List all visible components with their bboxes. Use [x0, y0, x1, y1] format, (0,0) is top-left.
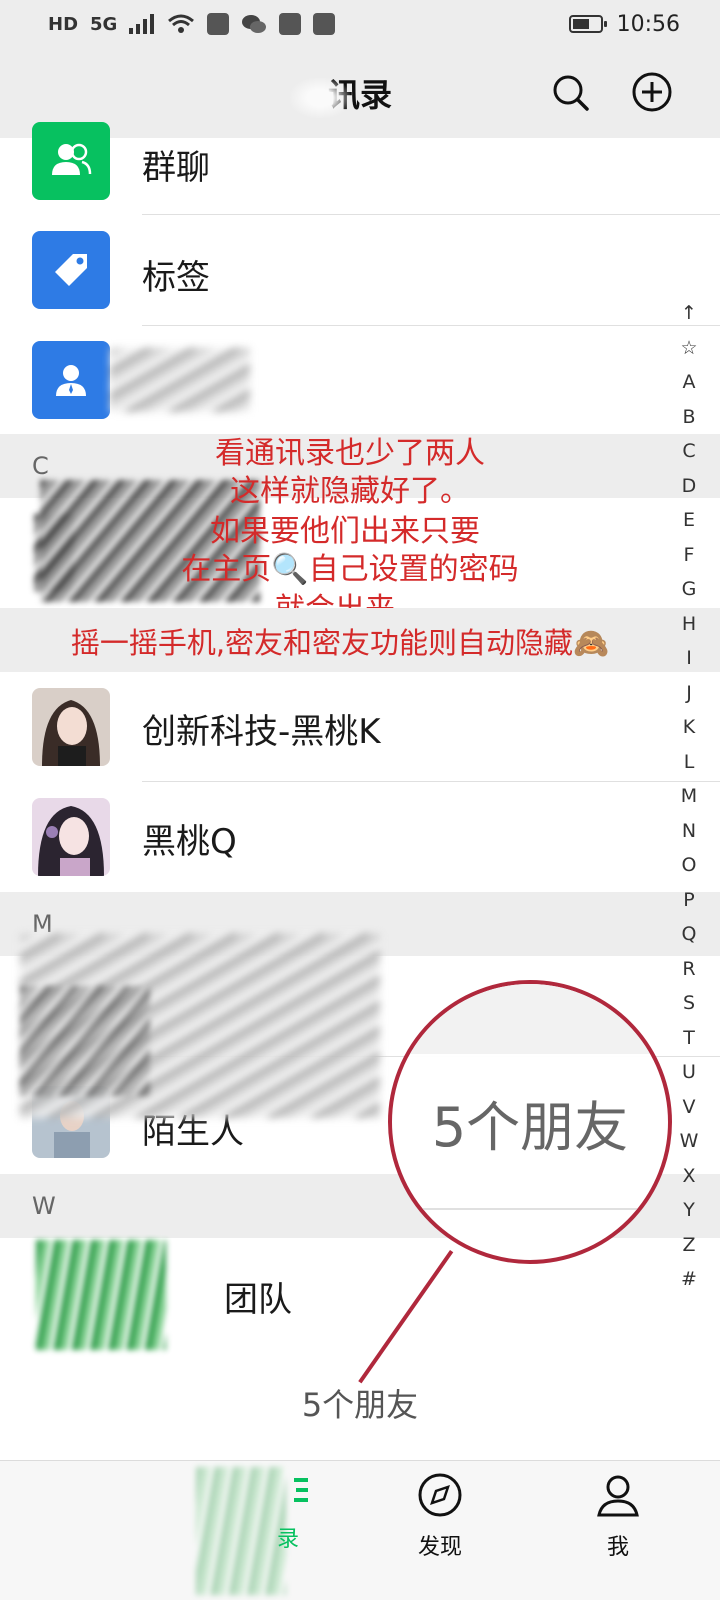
tab-label: 我	[606, 1535, 629, 1560]
index-letter[interactable]: F	[684, 538, 695, 573]
list-item-official[interactable]	[0, 326, 720, 433]
index-letter[interactable]: Z	[682, 1228, 695, 1263]
avatar	[32, 688, 110, 766]
avatar	[32, 798, 110, 876]
magnifier-text: 5个朋友	[431, 1095, 629, 1159]
signal-icon	[129, 14, 155, 34]
row-label: 群聊	[142, 148, 210, 188]
contact-row[interactable]: 创新科技-黑桃K	[0, 672, 720, 782]
title-actions	[548, 70, 674, 114]
index-letter[interactable]: G	[682, 572, 697, 607]
redaction-blur	[20, 986, 150, 1096]
index-letter[interactable]: O	[682, 848, 697, 883]
plus-circle-icon[interactable]	[630, 70, 674, 114]
index-letter[interactable]: I	[686, 641, 692, 676]
contact-row[interactable]: 黑桃Q	[0, 782, 720, 892]
index-letter[interactable]: Q	[682, 917, 697, 952]
network-label: 5G	[90, 13, 118, 35]
index-letter[interactable]: X	[682, 1159, 695, 1194]
index-letter[interactable]: U	[682, 1055, 696, 1090]
battery-icon	[568, 15, 607, 33]
index-letter[interactable]: V	[683, 1090, 696, 1125]
search-icon[interactable]	[548, 70, 592, 114]
person-icon	[32, 341, 110, 419]
index-letter[interactable]: L	[684, 745, 695, 780]
index-letter[interactable]: R	[682, 952, 695, 987]
alphabet-index[interactable]: ↑ ☆ A B C D E F G H I J K L M N O P Q R S T U V W X Y Z #	[674, 296, 704, 1297]
index-letter[interactable]: J	[686, 676, 692, 711]
contact-name: 创新科技-黑桃K	[142, 712, 381, 752]
tag-icon	[32, 231, 110, 309]
status-right: 10:56	[568, 11, 680, 37]
magnifier-callout: 5个朋友	[388, 980, 672, 1264]
index-letter[interactable]: W	[680, 1124, 699, 1159]
magnifier-band	[392, 984, 668, 1054]
wechat-icon	[241, 13, 267, 35]
row-label: 标签	[142, 258, 210, 298]
compass-icon	[416, 1471, 464, 1523]
index-letter[interactable]: ↑	[681, 296, 697, 331]
tab-label: 发现	[417, 1535, 462, 1560]
index-letter[interactable]: K	[683, 710, 695, 745]
index-letter[interactable]: M	[681, 779, 697, 814]
annotation-line: 这样就隐藏好了。	[230, 474, 470, 509]
tab-me[interactable]: 我	[558, 1471, 678, 1591]
divider	[142, 214, 720, 215]
index-letter[interactable]: T	[683, 1021, 695, 1056]
title-redaction	[290, 78, 350, 118]
notification-icon	[207, 13, 230, 35]
status-time: 10:56	[616, 11, 680, 37]
index-letter[interactable]: Y	[683, 1193, 695, 1228]
index-letter[interactable]: ☆	[680, 331, 697, 366]
status-bar: HD 5G 10:56	[0, 0, 720, 48]
bottom-nav: 录 发现 我	[0, 1460, 720, 1600]
section-header-h: 摇一摇手机,密友和密友功能则自动隐藏🙈	[0, 608, 720, 672]
person-icon	[594, 1471, 642, 1523]
notification-icon	[313, 13, 336, 35]
tab-discover[interactable]: 发现	[380, 1471, 500, 1591]
index-letter[interactable]: D	[682, 469, 697, 504]
annotation-line: 在主页🔍自己设置的密码	[181, 552, 519, 587]
tab-label: 录	[276, 1527, 299, 1552]
avatar	[36, 1240, 166, 1350]
index-letter[interactable]: B	[682, 400, 695, 435]
tab-contacts[interactable]: 录	[228, 1471, 348, 1591]
index-letter[interactable]: S	[683, 986, 695, 1021]
list-item-group-chat[interactable]: 群聊	[0, 122, 720, 215]
redaction-blur	[110, 348, 250, 412]
index-letter[interactable]: N	[682, 814, 696, 849]
index-letter[interactable]: E	[683, 503, 695, 538]
group-icon	[32, 122, 110, 200]
annotation-line: 摇一摇手机,密友和密友功能则自动隐藏🙈	[70, 626, 610, 660]
status-left: HD 5G	[48, 13, 336, 35]
index-letter[interactable]: C	[682, 434, 695, 469]
section-letter: C	[32, 452, 49, 480]
hd-badge: HD	[48, 13, 79, 35]
wifi-icon	[167, 14, 195, 34]
index-letter[interactable]: H	[682, 607, 696, 642]
contact-name: 黑桃Q	[142, 822, 237, 862]
contacts-icon	[266, 1471, 310, 1515]
contact-name: 团队	[224, 1280, 292, 1320]
contact-row[interactable]: 团队	[0, 1238, 720, 1350]
magnifier-divider	[392, 1208, 668, 1210]
friend-count: 5个朋友	[301, 1386, 419, 1424]
index-letter[interactable]: A	[683, 365, 696, 400]
notification-icon	[279, 13, 302, 35]
list-item-tags[interactable]: 标签	[0, 216, 720, 326]
section-letter: W	[32, 1192, 56, 1220]
index-letter[interactable]: #	[681, 1262, 697, 1297]
index-letter[interactable]: P	[683, 883, 694, 918]
